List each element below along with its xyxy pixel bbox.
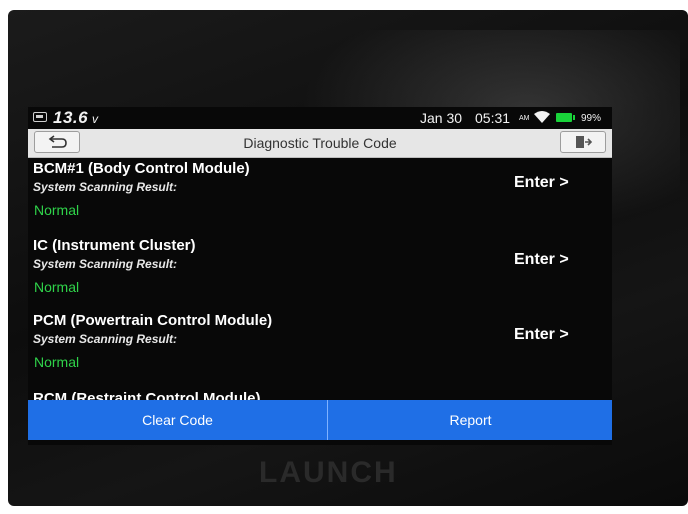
- status-bar: 13.6 v Jan 30 05:31 AM 99%: [28, 107, 612, 129]
- status-date: Jan 30: [420, 110, 463, 126]
- voltage-value: 13.6: [53, 108, 89, 127]
- enter-button[interactable]: Enter >: [514, 251, 569, 269]
- module-name: PCM (Powertrain Control Module): [33, 312, 273, 329]
- enter-button[interactable]: Enter >: [514, 326, 569, 344]
- battery-percent: 99%: [581, 113, 602, 124]
- scan-result-label: System Scanning Result:: [33, 180, 178, 194]
- exit-door-icon: [576, 136, 593, 148]
- module-name: BCM#1 (Body Control Module): [33, 160, 250, 177]
- list-item: IC (Instrument Cluster) System Scanning …: [28, 237, 612, 313]
- scan-result-status: Normal: [34, 279, 80, 295]
- status-time: 05:31: [475, 110, 511, 126]
- exit-button[interactable]: [560, 131, 606, 153]
- wifi-icon: [534, 111, 550, 123]
- voltage-unit: v: [92, 112, 98, 126]
- vehicle-battery-icon: [33, 112, 47, 122]
- clear-code-button[interactable]: Clear Code: [28, 400, 328, 440]
- status-ampm: AM: [519, 115, 530, 122]
- scan-result-status: Normal: [34, 354, 80, 370]
- battery-icon: [556, 113, 575, 122]
- back-button[interactable]: [34, 131, 80, 153]
- back-arrow-icon: [48, 135, 67, 148]
- scan-result-label: System Scanning Result:: [33, 257, 178, 271]
- module-name: IC (Instrument Cluster): [33, 237, 196, 254]
- list-item: PCM (Powertrain Control Module) System S…: [28, 312, 612, 388]
- page-title: Diagnostic Trouble Code: [243, 135, 397, 151]
- device-brand-logo: LAUNCH: [259, 456, 398, 489]
- bottom-action-bar: Clear Code Report: [28, 400, 612, 440]
- scan-result-label: System Scanning Result:: [33, 332, 178, 346]
- report-button[interactable]: Report: [329, 400, 612, 440]
- list-item: BCM#1 (Body Control Module) System Scann…: [28, 160, 612, 236]
- module-list[interactable]: BCM#1 (Body Control Module) System Scann…: [28, 158, 612, 402]
- title-bar: Diagnostic Trouble Code: [28, 129, 612, 158]
- enter-button[interactable]: Enter >: [514, 174, 569, 192]
- tablet-screen: 13.6 v Jan 30 05:31 AM 99% Diagnostic Tr…: [28, 107, 612, 445]
- scan-result-status: Normal: [34, 202, 80, 218]
